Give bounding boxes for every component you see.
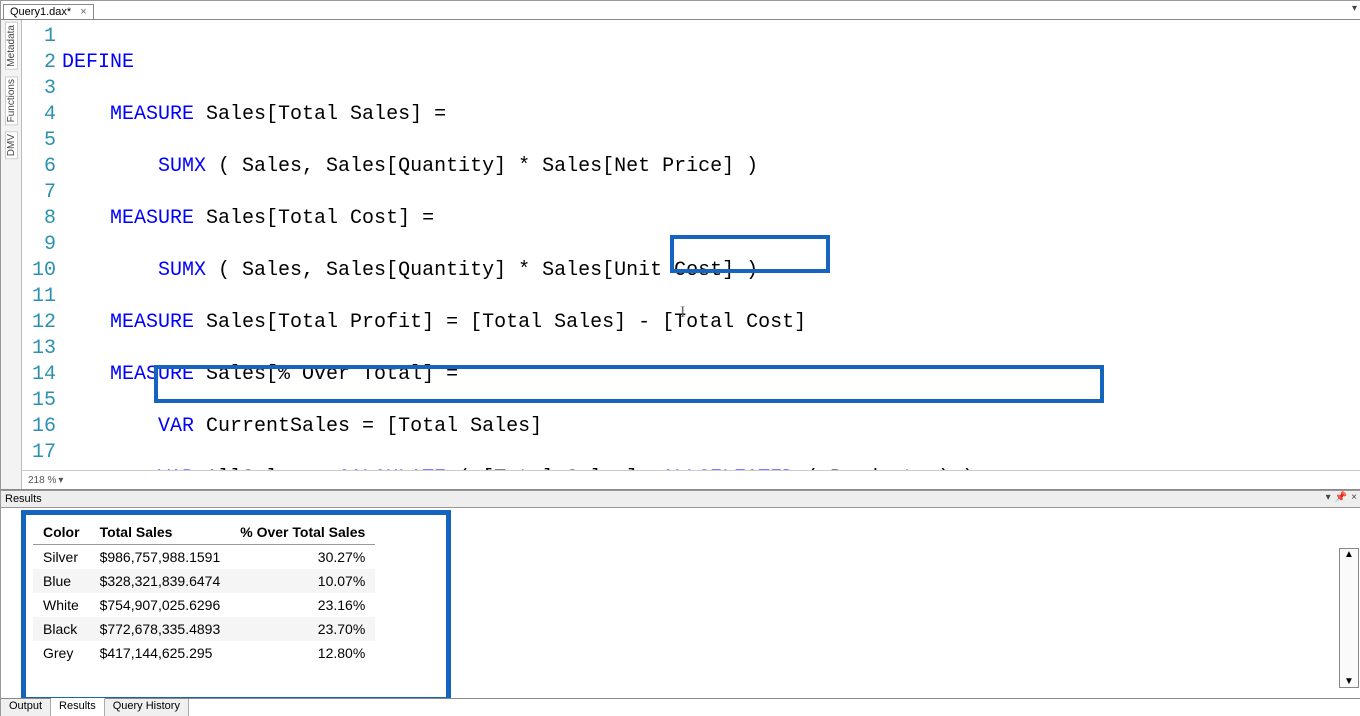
tabstrip-overflow-icon[interactable]: ▾ (1352, 3, 1357, 14)
tab-output[interactable]: Output (1, 699, 51, 716)
col-pct-over-total[interactable]: % Over Total Sales (230, 520, 375, 545)
results-panel: Color Total Sales % Over Total Sales Sil… (1, 508, 1360, 698)
side-tab-dmv[interactable]: DMV (5, 131, 18, 159)
scroll-down-icon[interactable]: ▼ (1344, 676, 1354, 687)
col-total-sales[interactable]: Total Sales (90, 520, 231, 545)
results-panel-header: Results ▾ 📌 × (1, 490, 1360, 508)
chevron-down-icon: ▾ (58, 475, 63, 486)
table-row[interactable]: Silver$986,757,988.159130.27% (33, 545, 375, 570)
panel-menu-icon[interactable]: ▾ (1326, 492, 1331, 503)
mouse-ibeam-icon: I (680, 300, 685, 326)
table-row[interactable]: White$754,907,025.629623.16% (33, 593, 375, 617)
bottom-tabstrip: Output Results Query History (1, 698, 1360, 716)
results-title: Results (5, 493, 42, 505)
document-tabstrip: Query1.dax* × ▾ (1, 1, 1360, 20)
tab-results[interactable]: Results (51, 698, 105, 716)
code-editor[interactable]: 123 456 789 101112 131415 1617 DEFINE ME… (22, 20, 1360, 470)
side-tab-metadata[interactable]: Metadata (5, 22, 18, 70)
code-body[interactable]: DEFINE MEASURE Sales[Total Sales] = SUMX… (62, 24, 1360, 470)
panel-close-icon[interactable]: × (1351, 492, 1357, 503)
table-header-row: Color Total Sales % Over Total Sales (33, 520, 375, 545)
line-number-gutter: 123 456 789 101112 131415 1617 (22, 24, 62, 470)
panel-pin-icon[interactable]: 📌 (1335, 492, 1347, 503)
table-row[interactable]: Black$772,678,335.489323.70% (33, 617, 375, 641)
side-toolwindow-tabs: Metadata Functions DMV (1, 20, 22, 489)
side-tab-functions[interactable]: Functions (5, 76, 18, 125)
scroll-up-icon[interactable]: ▲ (1344, 549, 1354, 560)
tab-query-history[interactable]: Query History (105, 699, 189, 716)
close-icon[interactable]: × (80, 6, 86, 18)
col-color[interactable]: Color (33, 520, 90, 545)
results-scrollbar[interactable]: ▲ ▼ (1339, 548, 1359, 688)
table-row[interactable]: Blue$328,321,839.647410.07% (33, 569, 375, 593)
results-grid[interactable]: Color Total Sales % Over Total Sales Sil… (33, 520, 375, 665)
zoom-indicator[interactable]: 218 % ▾ (22, 470, 1360, 489)
tab-query1[interactable]: Query1.dax* × (3, 4, 94, 19)
table-row[interactable]: Grey$417,144,625.29512.80% (33, 641, 375, 665)
tab-title: Query1.dax* (10, 6, 71, 18)
zoom-label: 218 % (28, 475, 56, 486)
